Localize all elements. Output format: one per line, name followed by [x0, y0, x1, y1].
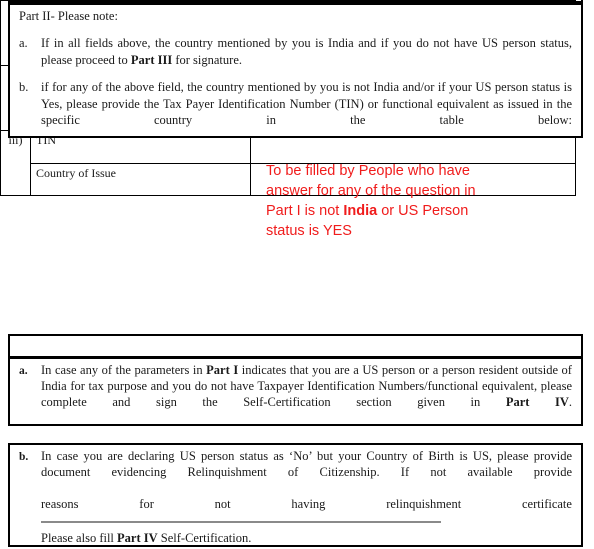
- section-a-text: In case any of the parameters in Part I …: [41, 362, 572, 426]
- annotation-line-4: status is YES: [266, 223, 352, 239]
- section-b-marker: b.: [19, 451, 29, 463]
- annotation-line-3-part-2: or US Person: [377, 203, 469, 219]
- spread-word: not: [214, 497, 231, 511]
- section-a-text-3: .: [568, 395, 572, 409]
- note-a-text-2: for signature.: [172, 52, 242, 67]
- closing-text-1: Please also fill: [41, 531, 118, 545]
- row-3-value-country[interactable]: [250, 162, 576, 196]
- annotation-line-3-part-1: Part I is not: [266, 203, 344, 219]
- section-a-text-1: In case any of the parameters in: [41, 363, 207, 377]
- section-b-closing-line: Please also fill Part IV Self-Certificat…: [41, 530, 572, 546]
- section-a-bold-part-iv: Part IV: [505, 395, 569, 409]
- spread-word: for: [139, 497, 154, 511]
- section-a-marker: a.: [19, 365, 28, 377]
- note-item-a-marker: a.: [19, 36, 28, 50]
- section-b-spread-line: reasons for not having relinquishment ce…: [41, 496, 572, 512]
- row-1-value-country[interactable]: [250, 32, 576, 66]
- section-a-paragraph: a. In case any of the parameters in Part…: [19, 362, 572, 426]
- section-a-box: a. In case any of the parameters in Part…: [8, 357, 583, 426]
- spread-word: reasons: [41, 497, 79, 511]
- row-3-value-tin[interactable]: [250, 130, 576, 164]
- annotation-line-3: Part I is not India or US Person: [266, 201, 578, 221]
- closing-bold-part-iv: Part IV: [117, 531, 158, 545]
- form-page: Part II- Please note: a. If in all field…: [0, 0, 594, 549]
- section-a-bold-part-i: Part I: [206, 363, 239, 377]
- row-1-value-tin[interactable]: [250, 0, 576, 34]
- section-b-paragraph: b. In case you are declaring US person s…: [19, 448, 572, 546]
- closing-text-2: Self-Certification.: [157, 531, 252, 545]
- table-row: Country of Issue: [1, 162, 576, 196]
- spread-word: relinquishment: [386, 497, 462, 511]
- reason-fill-in-line[interactable]: [41, 521, 441, 523]
- empty-spacer-row: [8, 334, 583, 358]
- spread-word: having: [291, 497, 326, 511]
- row-2-value-tin[interactable]: [250, 65, 576, 99]
- section-b-line-1: In case you are declaring US person stat…: [41, 449, 572, 479]
- note-item-b-marker: b.: [19, 80, 29, 94]
- spread-word: certificate: [522, 497, 572, 511]
- note-a-bold-part-iii: Part III: [130, 52, 173, 67]
- annotation-bold-india: India: [343, 203, 378, 219]
- row-2-value-country[interactable]: [250, 97, 576, 131]
- section-b-body: In case you are declaring US person stat…: [41, 448, 572, 546]
- section-b-box: b. In case you are declaring US person s…: [8, 443, 583, 547]
- row-3-label-country: Country of Issue: [30, 162, 251, 196]
